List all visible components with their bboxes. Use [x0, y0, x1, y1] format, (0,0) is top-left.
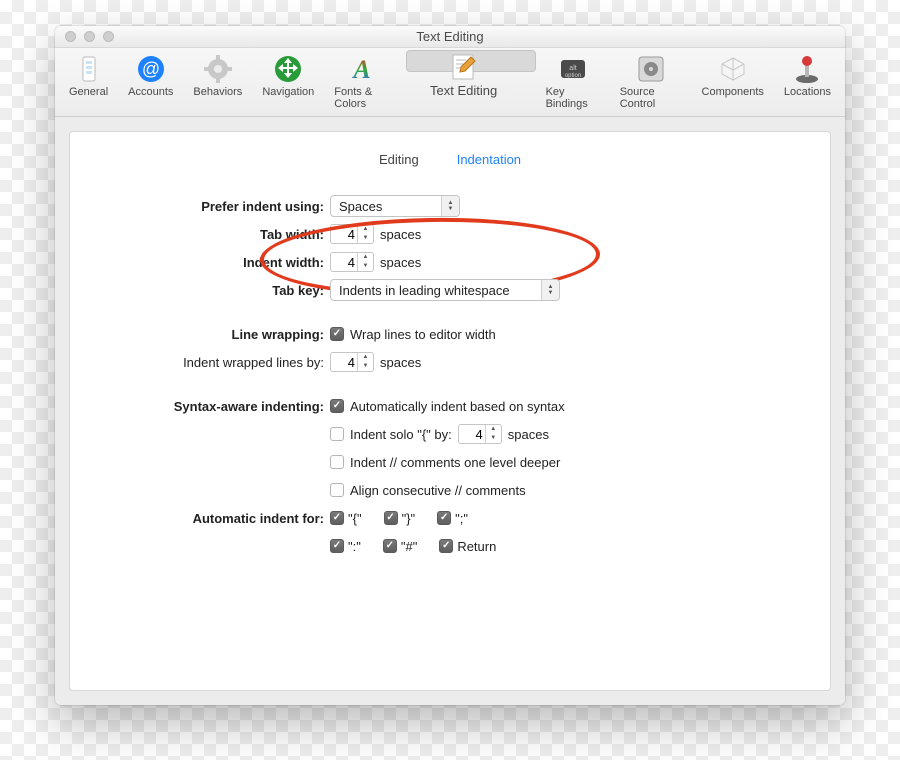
package-icon: [718, 54, 748, 84]
gear-icon: [203, 54, 233, 84]
tab-components[interactable]: Components: [692, 50, 774, 116]
tab-key-bindings[interactable]: altoption Key Bindings: [536, 50, 610, 116]
label-auto-indent-for: Automatic indent for:: [100, 511, 330, 526]
toolbar: General @ Accounts Behaviors Navigation …: [55, 48, 845, 117]
window-title: Text Editing: [55, 29, 845, 44]
svg-text:option: option: [564, 73, 580, 79]
indent-comments-checkbox[interactable]: [330, 455, 344, 469]
svg-text:A: A: [351, 55, 370, 84]
indent-solo-brace-checkbox[interactable]: [330, 427, 344, 441]
label-tab-key: Tab key:: [100, 283, 330, 298]
at-icon: @: [136, 54, 166, 84]
wrap-lines-checkbox[interactable]: [330, 327, 344, 341]
ai-close-brace-checkbox[interactable]: [384, 511, 398, 525]
auto-syntax-checkbox[interactable]: [330, 399, 344, 413]
subtab-bar: Editing Indentation: [100, 146, 800, 193]
indent-solo-input[interactable]: [459, 427, 485, 442]
tab-locations[interactable]: Locations: [774, 50, 841, 116]
indent-wrapped-stepper[interactable]: ▲▼: [330, 352, 374, 372]
subtab-editing[interactable]: Editing: [377, 150, 421, 173]
label-prefer-indent: Prefer indent using:: [100, 199, 330, 214]
tab-behaviors[interactable]: Behaviors: [183, 50, 252, 116]
subtab-indentation[interactable]: Indentation: [455, 150, 523, 173]
ai-return-checkbox[interactable]: [439, 539, 453, 553]
content-pane: Editing Indentation Prefer indent using:…: [69, 131, 831, 691]
titlebar: Text Editing: [55, 26, 845, 48]
minimize-icon[interactable]: [84, 31, 95, 42]
tab-key-select[interactable]: Indents in leading whitespace ▲▼: [330, 279, 560, 301]
ai-semicolon-checkbox[interactable]: [437, 511, 451, 525]
align-comments-checkbox[interactable]: [330, 483, 344, 497]
tab-fonts[interactable]: A Fonts & Colors: [324, 50, 405, 116]
label-line-wrapping: Line wrapping:: [100, 327, 330, 342]
indent-wrapped-input[interactable]: [331, 355, 357, 370]
tab-general[interactable]: General: [59, 50, 118, 116]
chevron-updown-icon: ▲▼: [441, 196, 459, 216]
svg-text:@: @: [142, 59, 160, 79]
tab-source-control[interactable]: Source Control: [610, 50, 692, 116]
ai-colon-checkbox[interactable]: [330, 539, 344, 553]
close-icon[interactable]: [65, 31, 76, 42]
tab-accounts[interactable]: @ Accounts: [118, 50, 183, 116]
label-syntax-indent: Syntax-aware indenting:: [100, 399, 330, 414]
keyboard-key-icon: altoption: [558, 54, 588, 84]
pencil-note-icon: [449, 51, 479, 81]
label-indent-wrapped: Indent wrapped lines by:: [100, 355, 330, 370]
slider-icon: [74, 54, 104, 84]
zoom-icon[interactable]: [103, 31, 114, 42]
preferences-window: Text Editing General @ Accounts Behavior…: [55, 26, 845, 705]
chevron-updown-icon: ▲▼: [541, 280, 559, 300]
ai-hash-checkbox[interactable]: [383, 539, 397, 553]
prefer-indent-select[interactable]: Spaces ▲▼: [330, 195, 460, 217]
tab-navigation[interactable]: Navigation: [252, 50, 324, 116]
indent-solo-stepper[interactable]: ▲▼: [458, 424, 502, 444]
move-icon: [273, 54, 303, 84]
joystick-icon: [792, 54, 822, 84]
ai-open-brace-checkbox[interactable]: [330, 511, 344, 525]
font-icon: A: [350, 54, 380, 84]
tab-text-editing[interactable]: Text Editing: [406, 50, 536, 72]
vault-icon: [636, 54, 666, 84]
svg-text:alt: alt: [569, 65, 576, 72]
